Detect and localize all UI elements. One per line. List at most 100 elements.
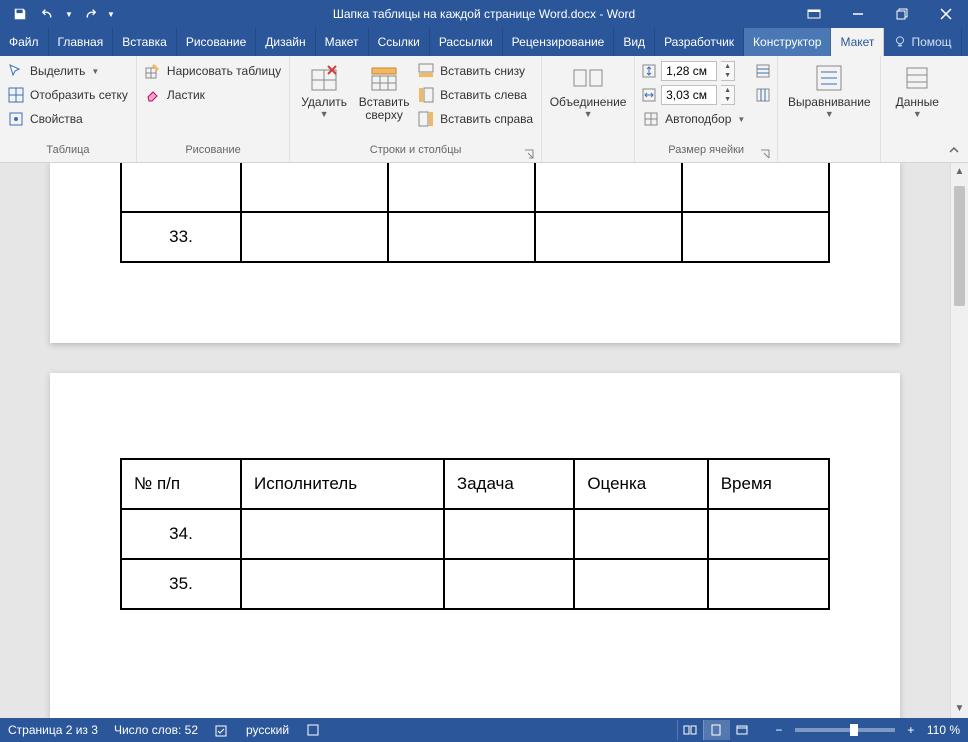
- qat-customize[interactable]: ▼: [104, 0, 118, 28]
- tab-insert[interactable]: Вставка: [113, 28, 177, 56]
- tab-drawing[interactable]: Рисование: [177, 28, 256, 56]
- undo-button[interactable]: [34, 0, 62, 28]
- width-spin[interactable]: ▲▼: [721, 85, 735, 105]
- macro-icon[interactable]: [305, 722, 321, 738]
- vertical-scrollbar[interactable]: ▲ ▼: [950, 163, 968, 718]
- tell-me-label: Помощ: [911, 35, 951, 49]
- table-cell[interactable]: [535, 212, 682, 262]
- close-button[interactable]: [924, 0, 968, 28]
- table-cell[interactable]: [241, 212, 388, 262]
- draw-table-button[interactable]: Нарисовать таблицу: [143, 60, 283, 82]
- insert-left-button[interactable]: Вставить слева: [416, 84, 535, 106]
- zoom-in-button[interactable]: +: [903, 723, 919, 737]
- eraser-label: Ластик: [167, 88, 205, 102]
- distribute-cols-button[interactable]: [755, 84, 771, 106]
- col-width[interactable]: 3,03 см ▲▼: [641, 84, 747, 106]
- print-layout-button[interactable]: [703, 720, 729, 740]
- tab-view[interactable]: Вид: [614, 28, 655, 56]
- data-button[interactable]: Данные ▼: [887, 60, 947, 144]
- collapse-ribbon-button[interactable]: [946, 142, 962, 158]
- gridlines-button[interactable]: Отобразить сетку: [6, 84, 130, 106]
- table-cell[interactable]: 33.: [121, 212, 241, 262]
- doc-table-1[interactable]: 33.: [120, 163, 830, 263]
- page-1[interactable]: 33.: [50, 163, 900, 343]
- undo-dropdown[interactable]: ▼: [62, 0, 76, 28]
- ribbon-display-options[interactable]: [792, 0, 836, 28]
- insert-right-button[interactable]: Вставить справа: [416, 108, 535, 130]
- table-cell[interactable]: [574, 509, 707, 559]
- tab-layout[interactable]: Макет: [831, 28, 884, 56]
- tab-review[interactable]: Рецензирование: [503, 28, 615, 56]
- height-value[interactable]: 1,28 см: [661, 61, 717, 81]
- width-value[interactable]: 3,03 см: [661, 85, 717, 105]
- table-cell[interactable]: [682, 212, 829, 262]
- table-cell[interactable]: [388, 212, 535, 262]
- tab-mailings[interactable]: Рассылки: [430, 28, 503, 56]
- eraser-button[interactable]: Ластик: [143, 84, 283, 106]
- account-button[interactable]: [962, 28, 968, 56]
- insert-below-button[interactable]: Вставить снизу: [416, 60, 535, 82]
- select-button[interactable]: Выделить ▼: [6, 60, 130, 82]
- autofit-button[interactable]: Автоподбор ▼: [641, 108, 747, 130]
- zoom-out-button[interactable]: −: [771, 723, 787, 737]
- restore-button[interactable]: [880, 0, 924, 28]
- height-spin[interactable]: ▲▼: [721, 61, 735, 81]
- table-row[interactable]: 35.: [121, 559, 829, 609]
- row-height[interactable]: 1,28 см ▲▼: [641, 60, 747, 82]
- tab-home[interactable]: Главная: [49, 28, 114, 56]
- minimize-button[interactable]: [836, 0, 880, 28]
- language-indicator[interactable]: русский: [246, 723, 289, 737]
- table-header-cell[interactable]: Исполнитель: [241, 459, 444, 509]
- table-row[interactable]: [121, 163, 829, 212]
- tab-references[interactable]: Ссылки: [369, 28, 430, 56]
- zoom-slider[interactable]: [795, 728, 895, 732]
- tab-design[interactable]: Дизайн: [256, 28, 315, 56]
- zoom-level[interactable]: 110 %: [927, 723, 960, 737]
- table-cell[interactable]: [444, 559, 575, 609]
- merge-button[interactable]: Объединение ▼: [548, 60, 628, 144]
- web-layout-button[interactable]: [729, 720, 755, 740]
- doc-table-2[interactable]: № п/п Исполнитель Задача Оценка Время 34…: [120, 458, 830, 610]
- cellsize-launcher[interactable]: [759, 148, 771, 160]
- word-count[interactable]: Число слов: 52: [114, 723, 198, 737]
- tab-developer[interactable]: Разработчик: [655, 28, 744, 56]
- alignment-button[interactable]: Выравнивание ▼: [784, 60, 874, 144]
- table-row[interactable]: 34.: [121, 509, 829, 559]
- rowscols-launcher[interactable]: [523, 148, 535, 160]
- tab-constructor[interactable]: Конструктор: [744, 28, 831, 56]
- table-row[interactable]: 33.: [121, 212, 829, 262]
- delete-button[interactable]: Удалить ▼: [296, 60, 352, 144]
- scroll-track[interactable]: [951, 181, 968, 700]
- read-mode-button[interactable]: [677, 720, 703, 740]
- table-header-cell[interactable]: № п/п: [121, 459, 241, 509]
- group-cellsize: 1,28 см ▲▼ 3,03 см ▲▼ Автоподбор ▼: [635, 56, 778, 162]
- spellcheck-icon[interactable]: [214, 722, 230, 738]
- document-scroll[interactable]: 33. № п/п Исполнитель Задача Оценка Врем…: [0, 163, 950, 718]
- table-cell[interactable]: [241, 509, 444, 559]
- table-cell[interactable]: [241, 559, 444, 609]
- table-header-cell[interactable]: Время: [708, 459, 829, 509]
- scroll-up-button[interactable]: ▲: [951, 163, 968, 181]
- table-cell[interactable]: [574, 559, 707, 609]
- properties-button[interactable]: Свойства: [6, 108, 130, 130]
- table-cell[interactable]: [708, 559, 829, 609]
- table-header-cell[interactable]: Задача: [444, 459, 575, 509]
- table-cell[interactable]: 34.: [121, 509, 241, 559]
- tab-file[interactable]: Файл: [0, 28, 49, 56]
- scroll-thumb[interactable]: [954, 186, 965, 306]
- scroll-down-button[interactable]: ▼: [951, 700, 968, 718]
- page-2[interactable]: № п/п Исполнитель Задача Оценка Время 34…: [50, 373, 900, 718]
- table-cell[interactable]: [444, 509, 575, 559]
- save-button[interactable]: [6, 0, 34, 28]
- zoom-thumb[interactable]: [850, 724, 858, 736]
- tell-me[interactable]: Помощ: [884, 28, 961, 56]
- redo-button[interactable]: [76, 0, 104, 28]
- page-indicator[interactable]: Страница 2 из 3: [8, 723, 98, 737]
- insert-above-button[interactable]: Вставить сверху: [356, 60, 412, 144]
- distribute-rows-button[interactable]: [755, 60, 771, 82]
- table-header-row[interactable]: № п/п Исполнитель Задача Оценка Время: [121, 459, 829, 509]
- table-cell[interactable]: 35.: [121, 559, 241, 609]
- tab-layout-page[interactable]: Макет: [316, 28, 369, 56]
- table-cell[interactable]: [708, 509, 829, 559]
- table-header-cell[interactable]: Оценка: [574, 459, 707, 509]
